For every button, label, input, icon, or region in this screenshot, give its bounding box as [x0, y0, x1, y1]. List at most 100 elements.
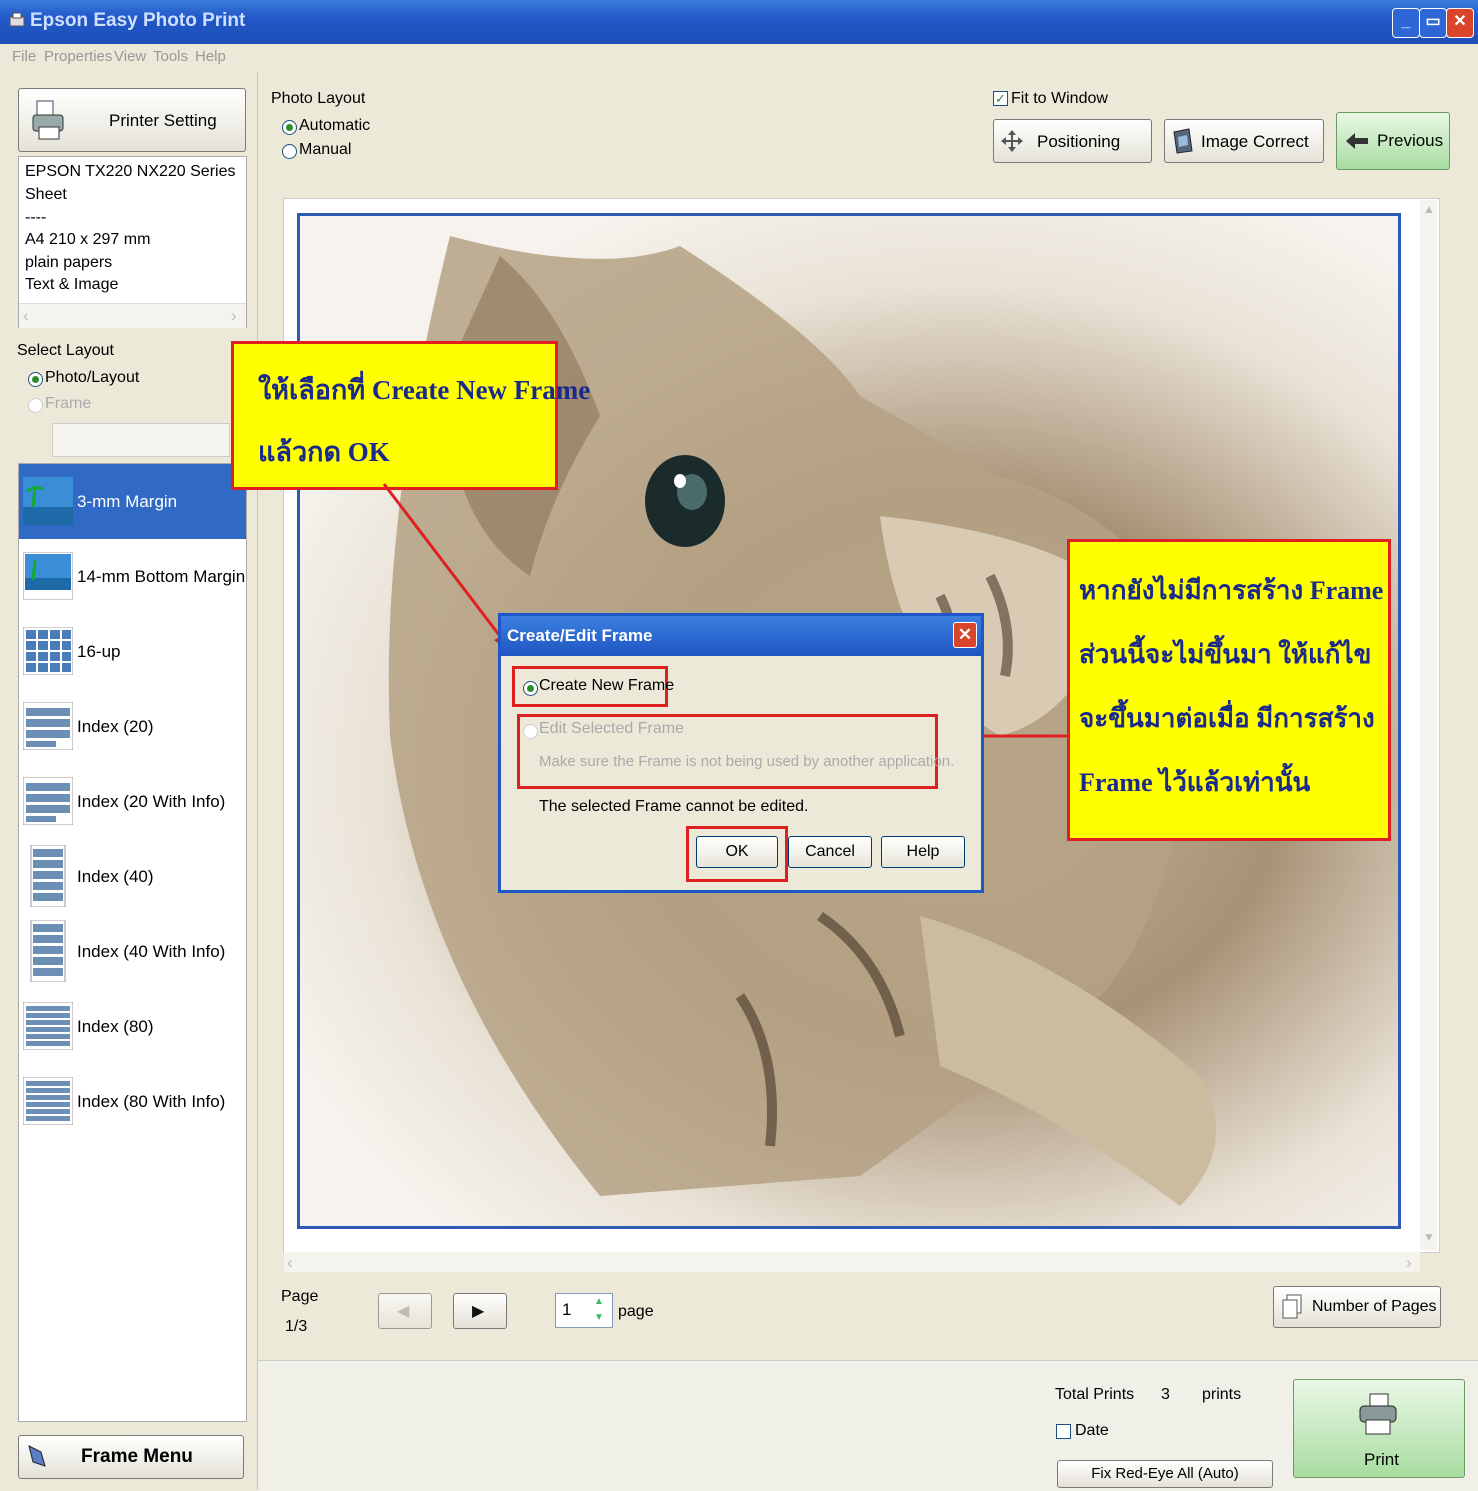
landscape-thumbnail-icon	[23, 552, 73, 600]
printer-setting-button[interactable]: Printer Setting	[18, 88, 246, 152]
maximize-button[interactable]: ▭	[1419, 8, 1447, 38]
page-fraction: 1/3	[285, 1318, 308, 1335]
frame-menu-button[interactable]: Frame Menu	[18, 1435, 244, 1479]
layout-item-index-20-with-info[interactable]: Index (20 With Info)	[19, 764, 246, 839]
menu-properties[interactable]: Properties	[44, 48, 112, 65]
minimize-button[interactable]: _	[1392, 8, 1420, 38]
callout-right-line4: Frame ไว้แล้วเท่านั้น	[1079, 768, 1311, 797]
layout-list: 3-mm Margin 14-mm Bottom Margin 16-up In…	[18, 463, 247, 1422]
scroll-right-icon[interactable]: ›	[231, 306, 237, 326]
layout-item-label: Index (80)	[77, 1017, 154, 1036]
printer-icon	[1359, 1393, 1397, 1435]
frame-option-label: Frame	[45, 395, 92, 412]
pages-icon	[1282, 1294, 1302, 1319]
previous-button[interactable]: Previous	[1336, 112, 1450, 170]
next-page-button[interactable]: ▶	[453, 1293, 507, 1329]
total-prints-label: Total Prints	[1055, 1386, 1135, 1403]
callout-top-line1: ให้เลือกที่ Create New Frame	[258, 375, 591, 405]
instruction-callout-top: ให้เลือกที่ Create New Frame แล้วกด OK	[231, 341, 590, 490]
layout-item-16-up[interactable]: 16-up	[19, 614, 246, 689]
index-thumbnail-icon	[30, 845, 66, 907]
help-button[interactable]: Help	[881, 836, 965, 868]
photo-layout-option-label: Photo/Layout	[45, 369, 140, 386]
create-new-frame-radio[interactable]	[523, 681, 538, 696]
close-window-button[interactable]: ✕	[1446, 8, 1474, 38]
printer-model: EPSON TX220 NX220 Series	[25, 163, 236, 180]
manual-radio[interactable]	[282, 144, 297, 159]
printer-info-box: EPSON TX220 NX220 Series Sheet ---- A4 2…	[18, 156, 247, 328]
page-number-value: 1	[562, 1300, 572, 1319]
paper-size: A4 210 x 297 mm	[25, 231, 151, 248]
layout-item-index-80[interactable]: Index (80)	[19, 989, 246, 1064]
scroll-left-icon[interactable]: ‹	[287, 1253, 293, 1273]
layout-item-3mm-margin[interactable]: 3-mm Margin	[19, 464, 246, 539]
photo-layout-radio[interactable]	[28, 372, 43, 387]
layout-item-label: 16-up	[77, 642, 121, 661]
menu-tools[interactable]: Tools	[153, 48, 188, 65]
date-checkbox[interactable]	[1056, 1424, 1071, 1439]
print-label: Print	[1364, 1450, 1399, 1469]
page-number-spinner[interactable]: 1 ▲ ▼	[555, 1293, 613, 1328]
layout-item-index-40[interactable]: Index (40)	[19, 839, 246, 914]
spinner-arrows-icon[interactable]: ▲ ▼	[594, 1294, 604, 1326]
layout-item-index-20[interactable]: Index (20)	[19, 689, 246, 764]
edit-selected-frame-radio[interactable]	[523, 724, 538, 739]
frame-radio[interactable]	[28, 398, 43, 413]
scroll-down-icon[interactable]: ▼	[1423, 1230, 1435, 1244]
automatic-label: Automatic	[299, 117, 371, 134]
layout-item-label: Index (40 With Info)	[77, 942, 226, 961]
layout-item-index-80-with-info[interactable]: Index (80 With Info)	[19, 1064, 246, 1139]
number-of-pages-label: Number of Pages	[1312, 1298, 1437, 1315]
info-separator: ----	[25, 209, 47, 226]
photo-layout-label: Photo Layout	[271, 90, 366, 107]
printer-info-scrollbar[interactable]: ‹ ›	[19, 303, 246, 328]
dialog-close-button[interactable]: ✕	[953, 622, 977, 648]
layout-item-label: Index (40)	[77, 867, 154, 886]
image-correct-icon	[1173, 128, 1193, 154]
index-thumbnail-icon	[30, 920, 66, 982]
menu-file[interactable]: File	[12, 48, 36, 65]
frame-menu-icon	[28, 1445, 46, 1467]
dialog-title: Create/Edit Frame	[507, 626, 653, 645]
date-label: Date	[1075, 1422, 1109, 1439]
dialog-title-bar: Create/Edit Frame ✕	[501, 616, 981, 656]
menu-help[interactable]: Help	[195, 48, 226, 65]
callout-right-line3: จะขึ้นมาต่อเมื่อ มีการสร้าง	[1079, 704, 1375, 733]
fit-to-window-label: Fit to Window	[1011, 90, 1108, 107]
layout-item-label: 14-mm Bottom Margin	[77, 567, 246, 586]
printer-icon	[32, 100, 64, 140]
app-icon	[9, 12, 25, 27]
scroll-up-icon[interactable]: ▲	[1423, 202, 1435, 216]
cancel-button[interactable]: Cancel	[788, 836, 872, 868]
cannot-edit-message: The selected Frame cannot be edited.	[539, 798, 809, 815]
back-arrow-icon	[1346, 133, 1368, 149]
positioning-button[interactable]: Positioning	[993, 119, 1152, 163]
frame-menu-label: Frame Menu	[81, 1446, 193, 1467]
preview-vertical-scrollbar[interactable]: ▲ ▼	[1420, 200, 1437, 1250]
print-button[interactable]: Print	[1293, 1379, 1465, 1478]
frame-select-field[interactable]	[52, 423, 230, 457]
callout-right-line1: หากยังไม่มีการสร้าง Frame	[1079, 576, 1384, 605]
layout-item-index-40-with-info[interactable]: Index (40 With Info)	[19, 914, 246, 989]
number-of-pages-button[interactable]: Number of Pages	[1273, 1286, 1441, 1328]
print-mode: Text & Image	[25, 276, 119, 293]
automatic-radio[interactable]	[282, 120, 297, 135]
prev-page-button[interactable]: ◀	[378, 1293, 432, 1329]
title-bar: Epson Easy Photo Print _ ▭ ✕	[0, 0, 1478, 44]
scroll-right-icon[interactable]: ›	[1406, 1253, 1412, 1273]
paper-source: Sheet	[25, 186, 67, 203]
image-correct-button[interactable]: Image Correct	[1164, 119, 1324, 163]
index-thumbnail-icon	[23, 702, 73, 750]
fit-to-window-checkbox[interactable]: ✓	[993, 91, 1008, 106]
next-page-icon: ▶	[472, 1303, 485, 1320]
menu-bar: File Properties View Tools Help	[0, 44, 1478, 72]
scroll-left-icon[interactable]: ‹	[23, 306, 29, 326]
move-arrows-icon	[1001, 130, 1023, 152]
ok-button[interactable]: OK	[696, 836, 778, 868]
image-correct-label: Image Correct	[1201, 132, 1309, 151]
manual-label: Manual	[299, 141, 352, 158]
layout-item-14mm-bottom-margin[interactable]: 14-mm Bottom Margin	[19, 539, 246, 614]
fix-red-eye-button[interactable]: Fix Red-Eye All (Auto)	[1057, 1460, 1273, 1488]
preview-horizontal-scrollbar[interactable]: ‹ ›	[284, 1252, 1420, 1272]
menu-view[interactable]: View	[114, 48, 146, 65]
